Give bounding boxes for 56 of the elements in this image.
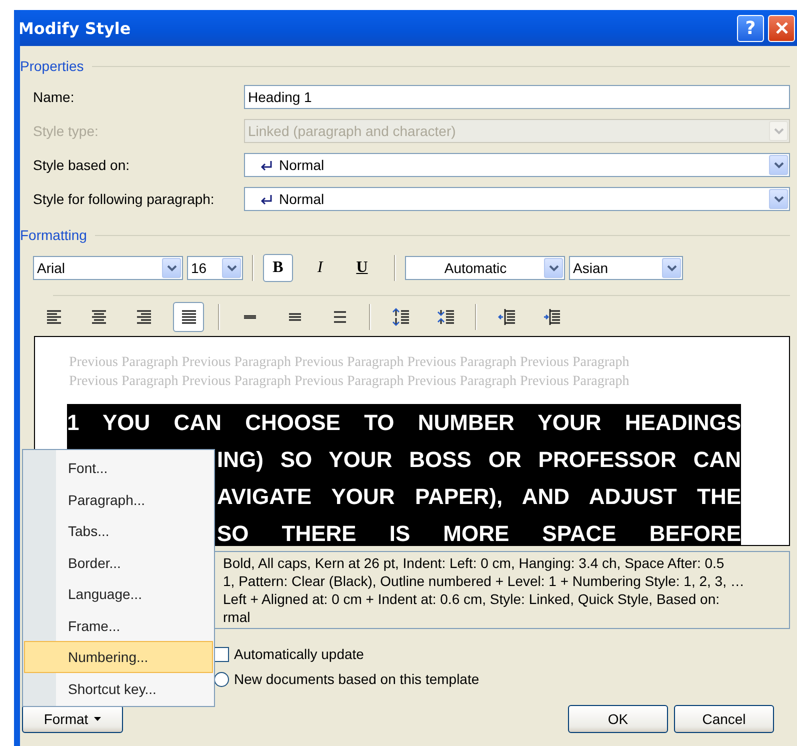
- close-icon: [774, 21, 788, 35]
- description-text: Left + Aligned at: 0 cm + Indent at: 0.6 cm, Style: Linked, Quick Style, Based on:: [223, 590, 721, 608]
- italic-button[interactable]: I: [305, 254, 335, 282]
- radio-button[interactable]: [214, 672, 229, 686]
- option-label: New documents based on this template: [234, 671, 480, 687]
- menu-item[interactable]: Shortcut key...: [24, 672, 213, 704]
- script-dropdown[interactable]: Asian: [569, 256, 683, 280]
- checkbox[interactable]: [214, 646, 229, 662]
- dropdown-field[interactable]: Normal: [244, 187, 790, 211]
- align-right-icon: [134, 308, 152, 326]
- menu-item[interactable]: Border...: [24, 546, 213, 578]
- justify-icon: [180, 308, 198, 326]
- menu-item[interactable]: Numbering...: [24, 641, 213, 672]
- description-text: 1, Pattern: Clear (Black), Outline numbered + Level: 1 + Numbering Style: 1, 2, 3, …: [223, 572, 746, 590]
- paragraph-style-icon: [260, 160, 273, 170]
- heading-preview-text: 1 YOU CAN CHOOSE TO NUMBER YOUR HEADINGS: [67, 409, 741, 437]
- caret-icon: [94, 717, 102, 721]
- menu-item[interactable]: Tabs...: [24, 515, 213, 546]
- menu-item[interactable]: Font...: [24, 452, 213, 484]
- field-label: Style based on:: [33, 157, 131, 173]
- justify-button[interactable]: [173, 302, 204, 332]
- close-button[interactable]: [768, 14, 795, 42]
- preview-text: Previous Paragraph Previous Paragraph Previous Paragraph Previous Paragraph Previous Paragraph: [69, 354, 630, 372]
- space-before-icon: [392, 308, 410, 326]
- description-text: rmal: [223, 608, 252, 626]
- heading-preview-text: ING) SO YOUR BOSS OR PROFESSOR CAN: [217, 446, 741, 474]
- decrease-indent-icon: [498, 308, 516, 326]
- format-button[interactable]: Format: [22, 705, 123, 733]
- underline-button[interactable]: U: [347, 254, 377, 282]
- dialog-button[interactable]: Cancel: [674, 705, 774, 733]
- field-label: Name:: [33, 89, 76, 105]
- size-dropdown[interactable]: 16: [187, 256, 243, 280]
- dropdown-field[interactable]: Normal: [244, 153, 790, 177]
- space-after-icon: [436, 308, 454, 326]
- field-label: Style for following paragraph:: [33, 191, 216, 207]
- bold-button[interactable]: B: [263, 254, 293, 282]
- heading-preview-text: AVIGATE YOUR PAPER), AND ADJUST THE: [217, 483, 741, 511]
- section-heading: Properties: [20, 58, 84, 74]
- font-dropdown[interactable]: Arial: [33, 256, 183, 280]
- description-text: Bold, All caps, Kern at 26 pt, Indent: Left: 0 cm, Hanging: 3.4 ch, Space After: 0.5: [223, 554, 726, 572]
- preview-text: Previous Paragraph Previous Paragraph Previous Paragraph Previous Paragraph Previous Paragraph: [69, 373, 630, 391]
- paragraph-style-icon: [260, 194, 273, 204]
- align-center-icon: [90, 308, 108, 326]
- heading-preview-text: SO THERE IS MORE SPACE BEFORE: [217, 520, 741, 545]
- menu-item[interactable]: Frame...: [24, 610, 213, 641]
- option-label: Automatically update: [234, 646, 364, 662]
- menu-item[interactable]: Language...: [24, 578, 213, 610]
- menu-item[interactable]: Paragraph...: [24, 484, 213, 515]
- color-dropdown[interactable]: Automatic: [405, 256, 565, 280]
- field-label: Style type:: [33, 123, 100, 139]
- name-field[interactable]: Heading 1: [244, 85, 790, 109]
- section-heading: Formatting: [20, 227, 87, 243]
- help-button[interactable]: ?: [737, 14, 764, 42]
- dialog-button[interactable]: OK: [568, 705, 668, 733]
- align-left-icon: [44, 308, 62, 326]
- increase-indent-icon: [542, 308, 560, 326]
